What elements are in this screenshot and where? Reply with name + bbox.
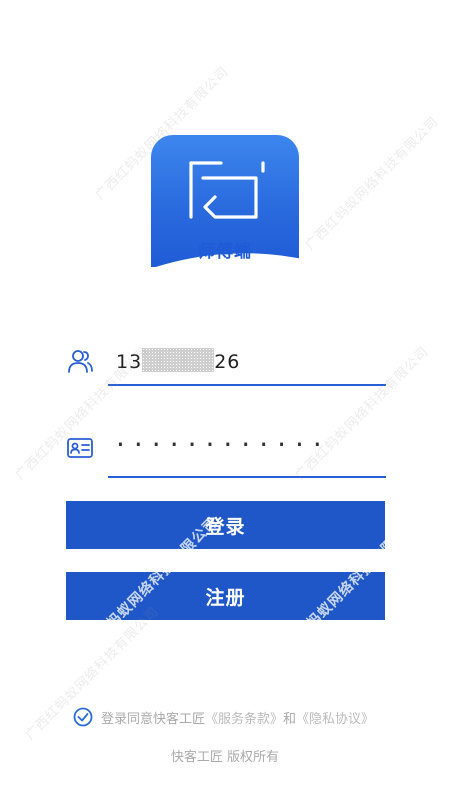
account-value[interactable]: 13 26: [116, 348, 240, 373]
terms-link[interactable]: 《服务条款》: [205, 712, 283, 727]
agreement-and: 和: [283, 711, 297, 727]
check-circle-icon[interactable]: [73, 707, 93, 727]
logo-label: 师傅端: [198, 242, 252, 262]
agreement-row: 登录同意快客工匠《服务条款》和《隐私协议》: [73, 706, 393, 728]
copyright-footer: 快客工匠 版权所有: [170, 750, 280, 765]
login-button[interactable]: 登录: [66, 501, 385, 549]
agreement-text: 登录同意快客工匠《服务条款》和《隐私协议》: [101, 708, 374, 727]
account-field[interactable]: 13 26: [66, 342, 386, 386]
agreement-prefix: 登录同意快客工匠: [101, 711, 206, 727]
watermark-overlay: 广西红蚂蚁网络科技有限公司 广西红蚂蚁网络科技有限公司 广西红蚂蚁网络科技有限公…: [0, 0, 450, 800]
watermark-text: 广西红蚂蚁网络科技有限公司: [302, 114, 443, 254]
account-suffix: 26: [214, 351, 241, 373]
id-card-icon: [67, 438, 93, 458]
app-logo: 师傅端: [151, 135, 299, 267]
password-value[interactable]: ············: [116, 428, 331, 461]
account-underline: [108, 384, 386, 386]
account-prefix: 13: [116, 351, 143, 373]
register-button[interactable]: 注册: [66, 572, 385, 620]
privacy-link[interactable]: 《隐私协议》: [296, 712, 374, 727]
password-underline: [108, 476, 386, 478]
account-mask: [142, 348, 215, 372]
password-field[interactable]: ············: [66, 428, 386, 478]
users-icon: [68, 350, 93, 373]
